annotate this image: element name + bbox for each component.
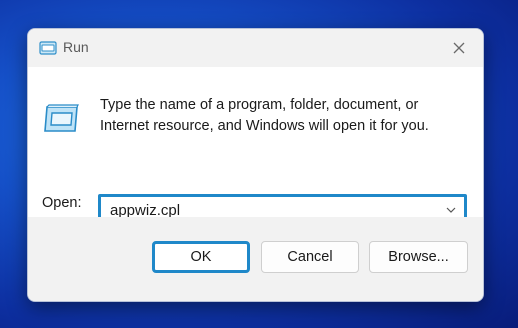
- open-label: Open:: [42, 195, 82, 211]
- title-bar[interactable]: Run: [28, 29, 483, 67]
- run-app-icon: [44, 104, 79, 132]
- run-dialog: Run Type the name of a program, folder, …: [27, 28, 484, 302]
- button-bar: OK Cancel Browse...: [28, 217, 483, 301]
- open-input[interactable]: appwiz.cpl: [110, 202, 440, 219]
- ok-button[interactable]: OK: [152, 241, 250, 273]
- cancel-button[interactable]: Cancel: [261, 241, 359, 273]
- browse-button[interactable]: Browse...: [369, 241, 468, 273]
- dialog-content: Type the name of a program, folder, docu…: [28, 67, 483, 226]
- window-title: Run: [63, 39, 89, 55]
- close-button[interactable]: [445, 35, 473, 61]
- run-app-icon: [39, 41, 57, 55]
- instructions-text: Type the name of a program, folder, docu…: [100, 97, 429, 134]
- close-icon: [453, 42, 465, 54]
- chevron-down-icon: [446, 207, 456, 213]
